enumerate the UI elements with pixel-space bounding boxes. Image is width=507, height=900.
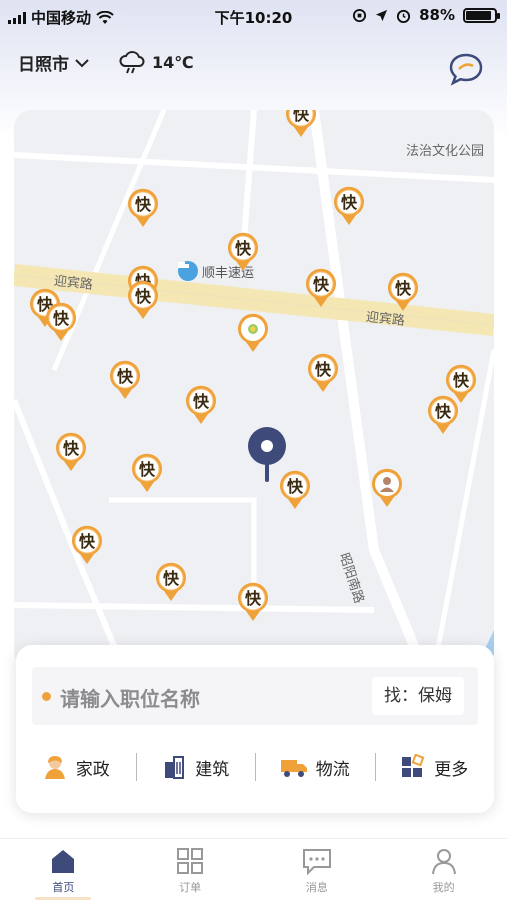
pin-glyph: 快 (193, 392, 210, 411)
category-construction[interactable]: 建筑 (135, 745, 256, 789)
pin-glyph: 快 (79, 532, 96, 551)
job-map-pin[interactable]: 快 (154, 562, 188, 602)
housekeeper-icon (44, 756, 65, 779)
job-map-pin[interactable]: 快 (184, 385, 218, 425)
category-housekeeping[interactable]: 家政 (16, 745, 136, 789)
nav-label: 首页 (52, 881, 75, 894)
job-map-pin[interactable]: 快 (130, 453, 164, 493)
category-label: 家政 (75, 759, 110, 780)
job-map-pin[interactable]: 快 (44, 302, 78, 342)
battery-percent: 88% (419, 6, 455, 24)
map-view[interactable]: 迎宾路 迎宾路 昭阳南路 法治文化公园 顺丰速运 快快快快快快快快快快快快快快快… (14, 110, 494, 670)
category-label: 物流 (315, 759, 350, 780)
delivery-truck-icon (178, 261, 198, 281)
park-label: 法治文化公园 (406, 144, 485, 159)
search-suggestion[interactable]: 找：保姆 (372, 677, 464, 715)
pin-glyph: 快 (315, 360, 332, 379)
pin-glyph: 快 (235, 239, 252, 258)
pin-glyph: 快 (341, 193, 358, 212)
nav-label: 消息 (305, 881, 328, 894)
nav-orders[interactable]: 订单 (127, 839, 254, 900)
status-bar: 中国移动 下午10:20 88% (0, 0, 507, 34)
temperature: 14℃ (152, 52, 194, 72)
map-pin-flower[interactable] (236, 313, 270, 353)
job-map-pin[interactable]: 快 (108, 360, 142, 400)
search-placeholder: 请输入职位名称 (60, 687, 200, 711)
grid-icon (177, 848, 204, 874)
home-icon (52, 850, 75, 873)
job-map-pin[interactable]: 快 (304, 268, 338, 308)
job-map-pin[interactable]: 快 (70, 525, 104, 565)
nav-home[interactable]: 首页 (0, 839, 127, 900)
job-map-pin[interactable]: 快 (54, 432, 88, 472)
job-map-pin[interactable]: 快 (126, 188, 160, 228)
pin-glyph: 快 (395, 279, 412, 298)
nav-messages[interactable]: 消息 (254, 839, 381, 900)
pin-glyph: 快 (135, 287, 152, 306)
location-arrow-icon (376, 9, 388, 21)
pin-glyph: 快 (163, 569, 180, 588)
city-selector[interactable]: 日照市 (18, 50, 89, 75)
status-right: 88% (352, 6, 500, 24)
pin-glyph: 快 (435, 402, 452, 421)
job-map-pin[interactable]: 快 (226, 232, 260, 272)
user-icon (431, 849, 456, 875)
pin-glyph: 快 (293, 110, 310, 124)
map-pin-avatar[interactable] (370, 468, 404, 508)
lock-rotation-icon (353, 8, 367, 22)
nav-profile[interactable]: 我的 (380, 839, 507, 900)
job-map-pin[interactable]: 快 (306, 353, 340, 393)
pin-glyph: 快 (245, 589, 262, 608)
category-row: 家政 建筑 物流 更多 (16, 745, 494, 789)
bottom-nav: 首页 订单 消息 我的 (0, 838, 507, 900)
weather-widget: 14℃ (118, 48, 194, 76)
job-map-pin[interactable]: 快 (126, 280, 160, 320)
more-grid-icon (402, 754, 425, 777)
battery-icon (463, 7, 500, 23)
category-label: 更多 (434, 759, 469, 780)
city-name: 日照市 (18, 55, 69, 75)
pin-glyph: 快 (313, 275, 330, 294)
cloud-rain-icon (119, 51, 145, 74)
job-map-pin[interactable]: 快 (236, 582, 270, 622)
alarm-icon (397, 9, 411, 23)
category-label: 建筑 (195, 759, 230, 780)
nav-label: 订单 (179, 881, 202, 894)
pin-glyph: 快 (453, 371, 470, 390)
job-map-pin[interactable]: 快 (426, 395, 460, 435)
pin-glyph: 快 (53, 309, 70, 328)
current-location-marker (248, 427, 286, 482)
job-map-pin[interactable]: 快 (386, 272, 420, 312)
job-map-pin[interactable]: 快 (332, 186, 366, 226)
category-logistics[interactable]: 物流 (255, 745, 375, 789)
battery-fill (466, 10, 491, 20)
message-icon (302, 849, 331, 875)
pin-glyph: 快 (287, 477, 304, 496)
pin-glyph: 快 (135, 195, 152, 214)
job-search-input[interactable]: 请输入职位名称 找：保姆 (32, 667, 478, 725)
search-card: 请输入职位名称 找：保姆 家政 建筑 物流 更多 (16, 645, 494, 813)
nav-label: 我的 (432, 881, 455, 894)
job-map-pin[interactable]: 快 (284, 110, 318, 138)
search-bullet (42, 692, 51, 701)
pin-glyph: 快 (139, 460, 156, 479)
building-icon (165, 756, 185, 779)
truck-icon (280, 760, 307, 777)
chat-bubble-icon[interactable] (449, 52, 483, 86)
top-bar: 日照市 14℃ (0, 44, 507, 86)
pin-glyph: 快 (117, 367, 134, 386)
category-more[interactable]: 更多 (374, 745, 495, 789)
pin-glyph: 快 (63, 439, 80, 458)
chevron-down-icon (75, 58, 89, 67)
